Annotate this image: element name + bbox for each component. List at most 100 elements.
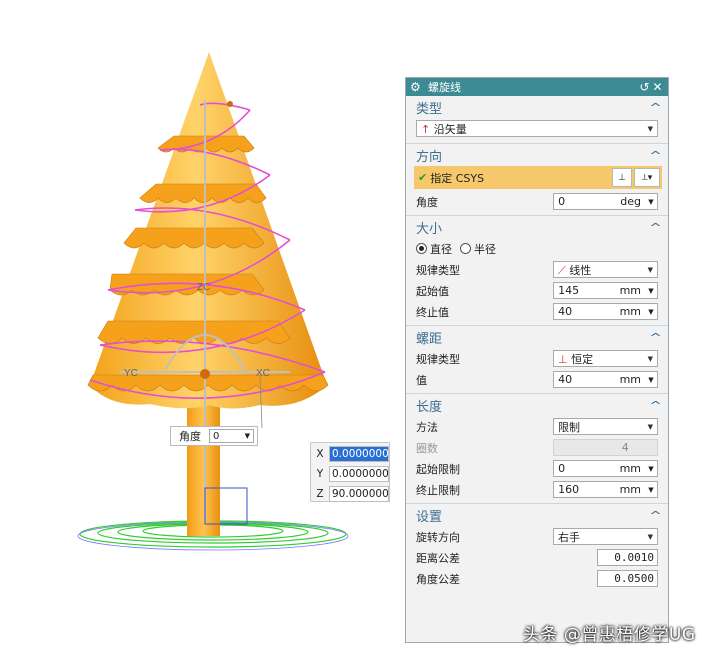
collapse-chevron-icon[interactable]: ^ (649, 509, 662, 522)
axis-label-yc: YC (124, 368, 138, 379)
end-limit-unit: mm (619, 483, 641, 496)
start-limit-field[interactable]: 0 mm ▼ (553, 460, 658, 477)
chevron-down-icon[interactable]: ▼ (645, 486, 657, 494)
chevron-down-icon: ▼ (647, 354, 653, 363)
gear-icon[interactable]: ⚙ (410, 80, 426, 94)
radio-diameter-label: 直径 (430, 242, 452, 256)
section-direction-header[interactable]: 方向 ^ (406, 144, 668, 166)
chevron-down-icon[interactable]: ▼ (645, 376, 657, 384)
rotation-dropdown[interactable]: 右手 ▼ (553, 528, 658, 545)
axis-label-xc: XC (256, 368, 270, 379)
vector-arrow-icon: ↑ (421, 122, 431, 136)
pitch-law-dropdown[interactable]: ⊥ 恒定 ▼ (553, 350, 658, 367)
end-limit-field[interactable]: 160 mm ▼ (553, 481, 658, 498)
type-dropdown[interactable]: ↑ 沿矢量 ▼ (416, 120, 658, 137)
xyz-onscreen-input: X 0.0000000 Y 0.0000000 Z 90.000000 (310, 442, 390, 502)
checkmark-icon: ✔ (418, 171, 428, 184)
size-law-value: 线性 (569, 263, 592, 277)
collapse-chevron-icon[interactable]: ^ (649, 331, 662, 344)
collapse-chevron-icon[interactable]: ^ (649, 221, 662, 234)
angle-onscreen-label: 角度 (179, 430, 201, 443)
collapse-chevron-icon[interactable]: ^ (649, 101, 662, 114)
chevron-down-icon: ▼ (647, 124, 653, 133)
csys-dialog-icon[interactable]: ⊥ (612, 168, 632, 187)
size-start-field[interactable]: 145 mm ▼ (553, 282, 658, 299)
section-length-header[interactable]: 长度 ^ (406, 394, 668, 416)
chevron-down-icon[interactable]: ▼ (645, 465, 657, 473)
pitch-value-unit: mm (619, 373, 641, 386)
size-end-label: 终止值 (416, 305, 449, 319)
angle-onscreen-value: 0 (213, 430, 220, 442)
radio-radius[interactable]: 半径 (460, 241, 496, 257)
dialog-titlebar: ⚙ 螺旋线 ↺ ✕ (406, 78, 668, 96)
distance-tol-field[interactable]: 0.0010 (597, 549, 658, 566)
start-limit-label: 起始限制 (416, 462, 460, 476)
z-label: Z (316, 487, 324, 500)
radio-diameter[interactable]: 直径 (416, 241, 452, 257)
length-method-value: 限制 (558, 420, 581, 434)
close-icon[interactable]: ✕ (651, 80, 664, 94)
direction-angle-label: 角度 (416, 195, 438, 209)
csys-axes-icon[interactable]: ⟂▾ (634, 168, 660, 187)
angle-tol-label: 角度公差 (416, 572, 460, 586)
chevron-down-icon[interactable]: ▼ (645, 287, 657, 295)
angle-tol-field[interactable]: 0.0500 (597, 570, 658, 587)
angle-onscreen-input[interactable]: 角度 0 ▼ (170, 426, 258, 446)
chevron-down-icon: ▼ (647, 265, 653, 274)
size-end-value[interactable]: 40 (554, 305, 603, 318)
z-field[interactable]: 90.000000 (329, 485, 389, 502)
direction-angle-value[interactable]: 0 (554, 195, 603, 208)
section-direction: 方向 ^ ✔ 指定 CSYS ⊥ ⟂▾ 角度 0 deg ▼ (406, 144, 668, 216)
chevron-down-icon: ▼ (647, 422, 653, 431)
chevron-down-icon[interactable]: ▼ (645, 198, 657, 206)
direction-angle-unit: deg (620, 195, 641, 208)
type-dropdown-value: 沿矢量 (433, 122, 467, 136)
specify-csys-row[interactable]: ✔ 指定 CSYS ⊥ ⟂▾ (414, 166, 662, 189)
section-size-header[interactable]: 大小 ^ (406, 216, 668, 238)
rotation-value: 右手 (558, 530, 581, 544)
radio-off-icon (460, 242, 471, 254)
section-pitch-header[interactable]: 螺距 ^ (406, 326, 668, 348)
size-start-label: 起始值 (416, 284, 449, 298)
helix-dialog: ⚙ 螺旋线 ↺ ✕ 类型 ^ ↑ 沿矢量 ▼ 方向 ^ ✔ 指定 CSYS ⊥ … (405, 77, 669, 643)
section-length-title: 长度 (416, 399, 443, 415)
linear-law-icon: ⟋ (558, 263, 566, 277)
dialog-title: 螺旋线 (428, 81, 461, 94)
size-start-value[interactable]: 145 (554, 284, 603, 297)
end-limit-value[interactable]: 160 (554, 483, 603, 496)
chevron-down-icon[interactable]: ▼ (645, 308, 657, 316)
section-settings: 设置 ^ 旋转方向 右手 ▼ 距离公差 0.0010 角度公差 0.0500 (406, 504, 668, 589)
end-limit-label: 终止限制 (416, 483, 460, 497)
section-pitch-title: 螺距 (416, 331, 443, 347)
collapse-chevron-icon[interactable]: ^ (649, 149, 662, 162)
section-type-title: 类型 (416, 101, 443, 117)
rotation-label: 旋转方向 (416, 530, 460, 544)
watermark-text: 头条 @曾惠梧修学UG (523, 625, 696, 645)
turns-field: 4 (552, 439, 658, 456)
y-field[interactable]: 0.0000000 (329, 465, 389, 482)
reset-icon[interactable]: ↺ (638, 80, 651, 94)
section-size-title: 大小 (416, 221, 443, 237)
pitch-law-label: 规律类型 (416, 352, 460, 366)
pitch-value-field[interactable]: 40 mm ▼ (553, 371, 658, 388)
x-field[interactable]: 0.0000000 (329, 445, 389, 462)
section-settings-header[interactable]: 设置 ^ (406, 504, 668, 526)
section-direction-title: 方向 (416, 149, 443, 165)
chevron-down-icon: ▼ (647, 532, 653, 541)
radio-on-icon (416, 242, 427, 254)
section-settings-title: 设置 (416, 509, 443, 525)
section-type-header[interactable]: 类型 ^ (406, 96, 668, 118)
section-length: 长度 ^ 方法 限制 ▼ 圈数 4 起始限制 0 mm ▼ 终止限制 160 m… (406, 394, 668, 504)
collapse-chevron-icon[interactable]: ^ (649, 399, 662, 412)
section-pitch: 螺距 ^ 规律类型 ⊥ 恒定 ▼ 值 40 mm ▼ (406, 326, 668, 394)
distance-tol-label: 距离公差 (416, 551, 460, 565)
start-limit-value[interactable]: 0 (554, 462, 603, 475)
pitch-value[interactable]: 40 (554, 373, 603, 386)
size-end-field[interactable]: 40 mm ▼ (553, 303, 658, 320)
length-method-label: 方法 (416, 420, 438, 434)
angle-onscreen-dropdown[interactable]: 0 ▼ (209, 429, 254, 443)
direction-angle-field[interactable]: 0 deg ▼ (553, 193, 658, 210)
length-method-dropdown[interactable]: 限制 ▼ (553, 418, 658, 435)
size-law-dropdown[interactable]: ⟋ 线性 ▼ (553, 261, 658, 278)
pitch-value-label: 值 (416, 373, 427, 387)
